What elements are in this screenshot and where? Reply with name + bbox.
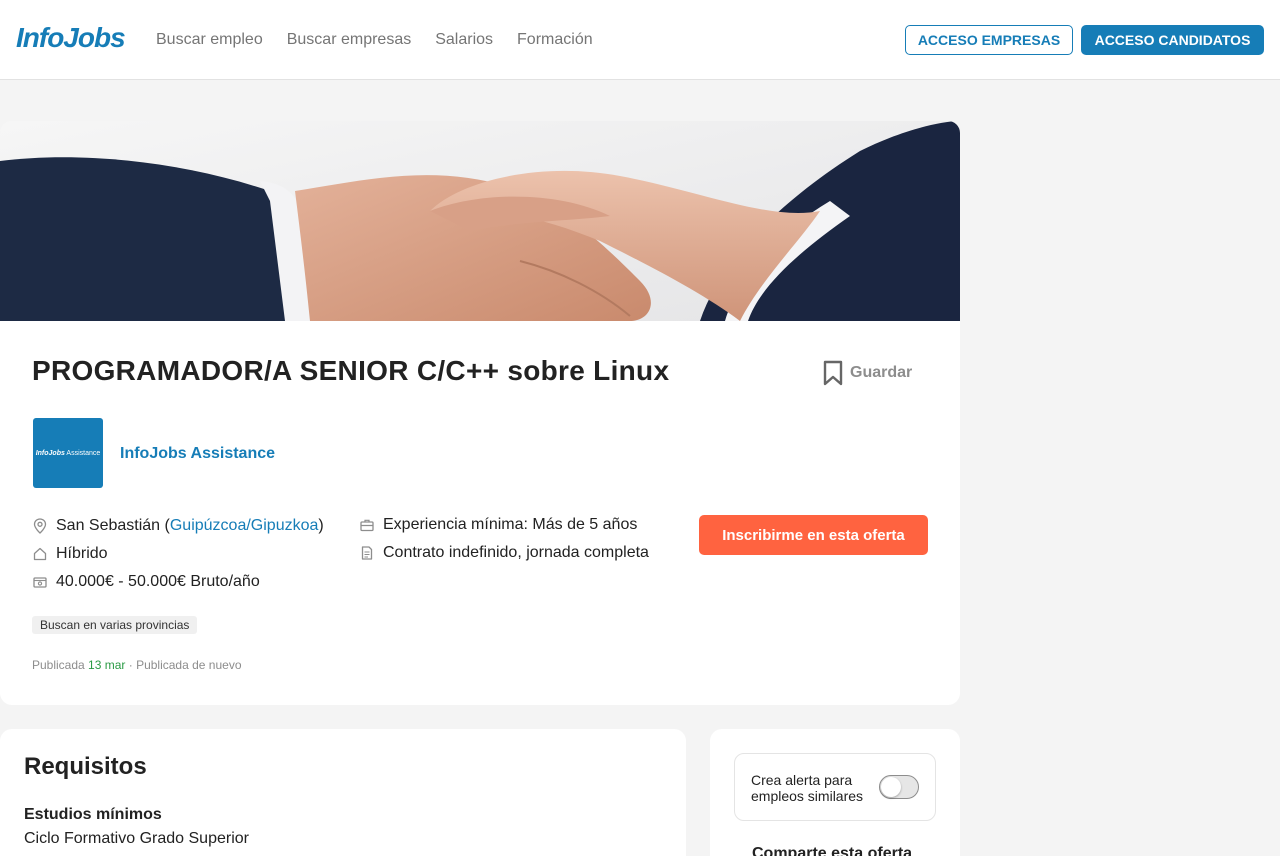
salary-row: 40.000€ - 50.000€ Bruto/año [32,568,324,596]
top-header: InfoJobs Buscar empleo Buscar empresas S… [0,0,1280,80]
job-details-right: Experiencia mínima: Más de 5 años Contra… [359,511,649,567]
document-icon [359,545,375,561]
nav-buscar-empleo[interactable]: Buscar empleo [156,31,263,49]
studies-value: Ciclo Formativo Grado Superior [24,830,249,847]
company-name-link[interactable]: InfoJobs Assistance [120,445,275,463]
job-alert-box: Crea alerta para empleos similares [734,753,936,821]
modality-value: Híbrido [56,545,108,562]
publication-date: 13 mar [88,658,126,672]
publication-info: Publicada 13 mar · Publicada de nuevo [32,658,242,672]
studies-label: Estudios mínimos [24,806,162,823]
alert-toggle[interactable] [879,775,919,799]
location-province-link[interactable]: Guipúzcoa/Gipuzkoa [170,517,319,535]
contract-value: Contrato indefinido, jornada completa [383,544,649,561]
apply-button[interactable]: Inscribirme en esta oferta [699,515,928,555]
location-pin-icon [32,518,48,534]
multi-province-tag: Buscan en varias provincias [32,616,198,634]
side-panel: Crea alerta para empleos similares Compa… [710,729,960,856]
modality-row: Híbrido [32,540,324,568]
main-nav: Buscar empleo Buscar empresas Salarios F… [156,31,593,49]
job-title: PROGRAMADOR/A SENIOR C/C++ sobre Linux [32,355,670,386]
handshake-banner-image [0,121,960,321]
share-title: Comparte esta oferta [752,845,913,856]
save-label: Guardar [850,364,913,381]
acceso-empresas-button[interactable]: ACCESO EMPRESAS [905,25,1073,55]
nav-buscar-empresas[interactable]: Buscar empresas [287,31,412,49]
home-icon [32,546,48,562]
acceso-candidatos-button[interactable]: ACCESO CANDIDATOS [1081,25,1264,55]
nav-formacion[interactable]: Formación [517,31,593,49]
experience-value: Experiencia mínima: Más de 5 años [383,516,638,533]
salary-value: 40.000€ - 50.000€ Bruto/año [56,573,260,590]
nav-salarios[interactable]: Salarios [435,31,493,49]
save-offer-button[interactable]: Guardar [822,360,912,386]
company-logo[interactable]: InfoJobs Assistance [33,418,103,488]
job-details-left: San Sebastián (Guipúzcoa/Gipuzkoa) Híbri… [32,512,324,596]
money-icon [32,574,48,590]
requirements-title: Requisitos [24,753,147,780]
contract-row: Contrato indefinido, jornada completa [359,539,649,567]
alert-text: Crea alerta para empleos similares [751,772,864,804]
briefcase-icon [359,517,375,533]
bookmark-icon [823,360,843,386]
toggle-knob [881,777,901,797]
location-row: San Sebastián (Guipúzcoa/Gipuzkoa) [32,512,324,540]
location-city: San Sebastián ( [56,517,170,534]
infojobs-logo[interactable]: InfoJobs [16,22,126,54]
experience-row: Experiencia mínima: Más de 5 años [359,511,649,539]
job-offer-card: PROGRAMADOR/A SENIOR C/C++ sobre Linux G… [0,121,960,705]
requirements-card: Requisitos Estudios mínimos Ciclo Format… [0,729,686,856]
